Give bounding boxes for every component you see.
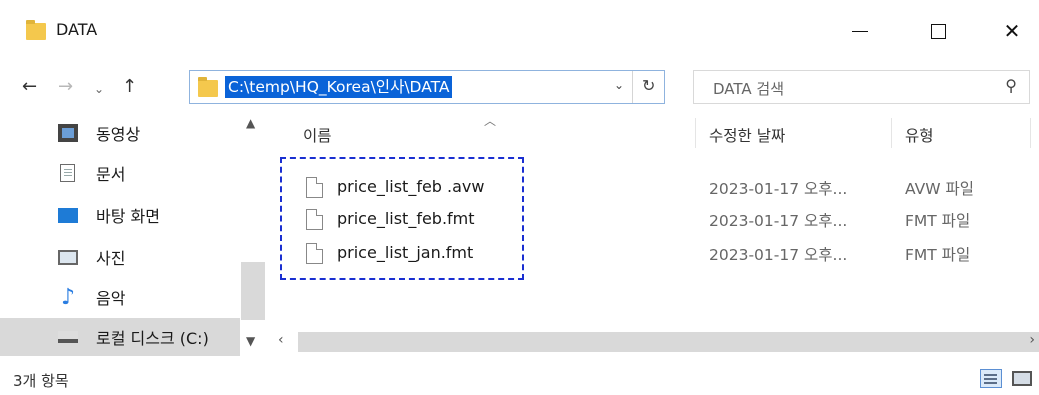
document-icon	[60, 164, 75, 182]
horizontal-scrollbar[interactable]: ‹ ›	[266, 330, 1039, 354]
close-button[interactable]: ✕	[992, 14, 1032, 48]
sort-ascending-icon: ︿	[484, 114, 497, 128]
file-type: AVW 파일	[905, 180, 974, 198]
details-view-icon	[984, 381, 997, 384]
minimize-button[interactable]	[840, 14, 880, 48]
drive-icon	[58, 331, 78, 343]
search-placeholder: DATA 검색	[713, 80, 785, 98]
file-type: FMT 파일	[905, 246, 971, 264]
address-bar[interactable]: C:\temp\HQ_Korea\인사\DATA ⌄ ↻	[189, 70, 665, 104]
video-icon	[58, 124, 78, 142]
address-divider	[632, 71, 633, 103]
sidebar-item-label: 동영상	[96, 125, 141, 144]
scroll-down-icon[interactable]: ▼	[246, 334, 255, 348]
sidebar-scrollbar-thumb[interactable]	[241, 262, 265, 320]
folder-icon	[198, 77, 218, 97]
navigation-pane: 동영상 문서 바탕 화면 사진 ♪ 음악 로컬 디스크 (C:)	[0, 112, 265, 358]
sidebar-item-documents[interactable]: 문서	[0, 154, 240, 192]
file-date: 2023-01-17 오후...	[709, 212, 848, 230]
details-view-button[interactable]	[980, 369, 1002, 388]
maximize-icon	[930, 23, 946, 39]
address-dropdown-button[interactable]: ⌄	[614, 78, 624, 92]
search-icon[interactable]: ⚲	[1005, 76, 1017, 95]
sidebar-item-desktop[interactable]: 바탕 화면	[0, 196, 240, 234]
sidebar-item-label: 문서	[96, 165, 126, 184]
column-divider[interactable]	[891, 118, 892, 148]
sidebar-item-local-disk[interactable]: 로컬 디스크 (C:)	[0, 318, 240, 356]
file-date: 2023-01-17 오후...	[709, 246, 848, 264]
forward-button[interactable]: →	[58, 76, 73, 97]
highlight-annotation	[280, 157, 524, 280]
status-bar: 3개 항목	[0, 362, 1039, 395]
scroll-left-icon[interactable]: ‹	[278, 332, 284, 348]
picture-icon	[58, 249, 78, 265]
column-divider[interactable]	[695, 118, 696, 148]
file-date: 2023-01-17 오후...	[709, 180, 848, 198]
search-input[interactable]: DATA 검색 ⚲	[693, 70, 1030, 104]
large-icons-view-button[interactable]	[1012, 371, 1032, 386]
details-view-icon	[984, 373, 997, 376]
sidebar-item-label: 음악	[96, 289, 126, 308]
sidebar-item-label: 바탕 화면	[96, 207, 160, 226]
scroll-up-icon[interactable]: ▲	[246, 116, 255, 130]
maximize-button[interactable]	[918, 14, 958, 48]
column-header-date[interactable]: 수정한 날짜	[709, 124, 785, 146]
address-path[interactable]: C:\temp\HQ_Korea\인사\DATA	[225, 76, 453, 98]
item-count: 3개 항목	[13, 372, 69, 390]
details-view-icon	[984, 377, 997, 380]
back-button[interactable]: ←	[22, 76, 37, 97]
close-icon: ✕	[1003, 19, 1021, 43]
file-type: FMT 파일	[905, 212, 971, 230]
refresh-button[interactable]: ↻	[642, 76, 655, 95]
title-bar: DATA ✕	[0, 0, 1039, 62]
sidebar-item-label: 사진	[96, 249, 126, 268]
folder-icon	[26, 20, 46, 40]
window-title: DATA	[56, 20, 98, 39]
column-header-type[interactable]: 유형	[905, 124, 934, 146]
up-button[interactable]: ↑	[122, 76, 137, 97]
horizontal-scrollbar-thumb[interactable]	[298, 332, 1039, 352]
music-icon: ♪	[60, 284, 76, 310]
sidebar-scrollbar[interactable]	[240, 112, 265, 358]
sidebar-item-label: 로컬 디스크 (C:)	[96, 329, 209, 348]
desktop-icon	[58, 207, 78, 223]
column-header-name[interactable]: 이름	[303, 124, 332, 146]
sidebar-item-music[interactable]: ♪ 음악	[0, 278, 240, 316]
sidebar-item-pictures[interactable]: 사진	[0, 238, 240, 276]
minimize-icon	[852, 30, 868, 32]
sidebar-item-videos[interactable]: 동영상	[0, 114, 240, 152]
scroll-right-icon[interactable]: ›	[1029, 332, 1035, 348]
column-divider[interactable]	[1030, 118, 1031, 148]
recent-locations-button[interactable]: ⌄	[94, 82, 104, 96]
